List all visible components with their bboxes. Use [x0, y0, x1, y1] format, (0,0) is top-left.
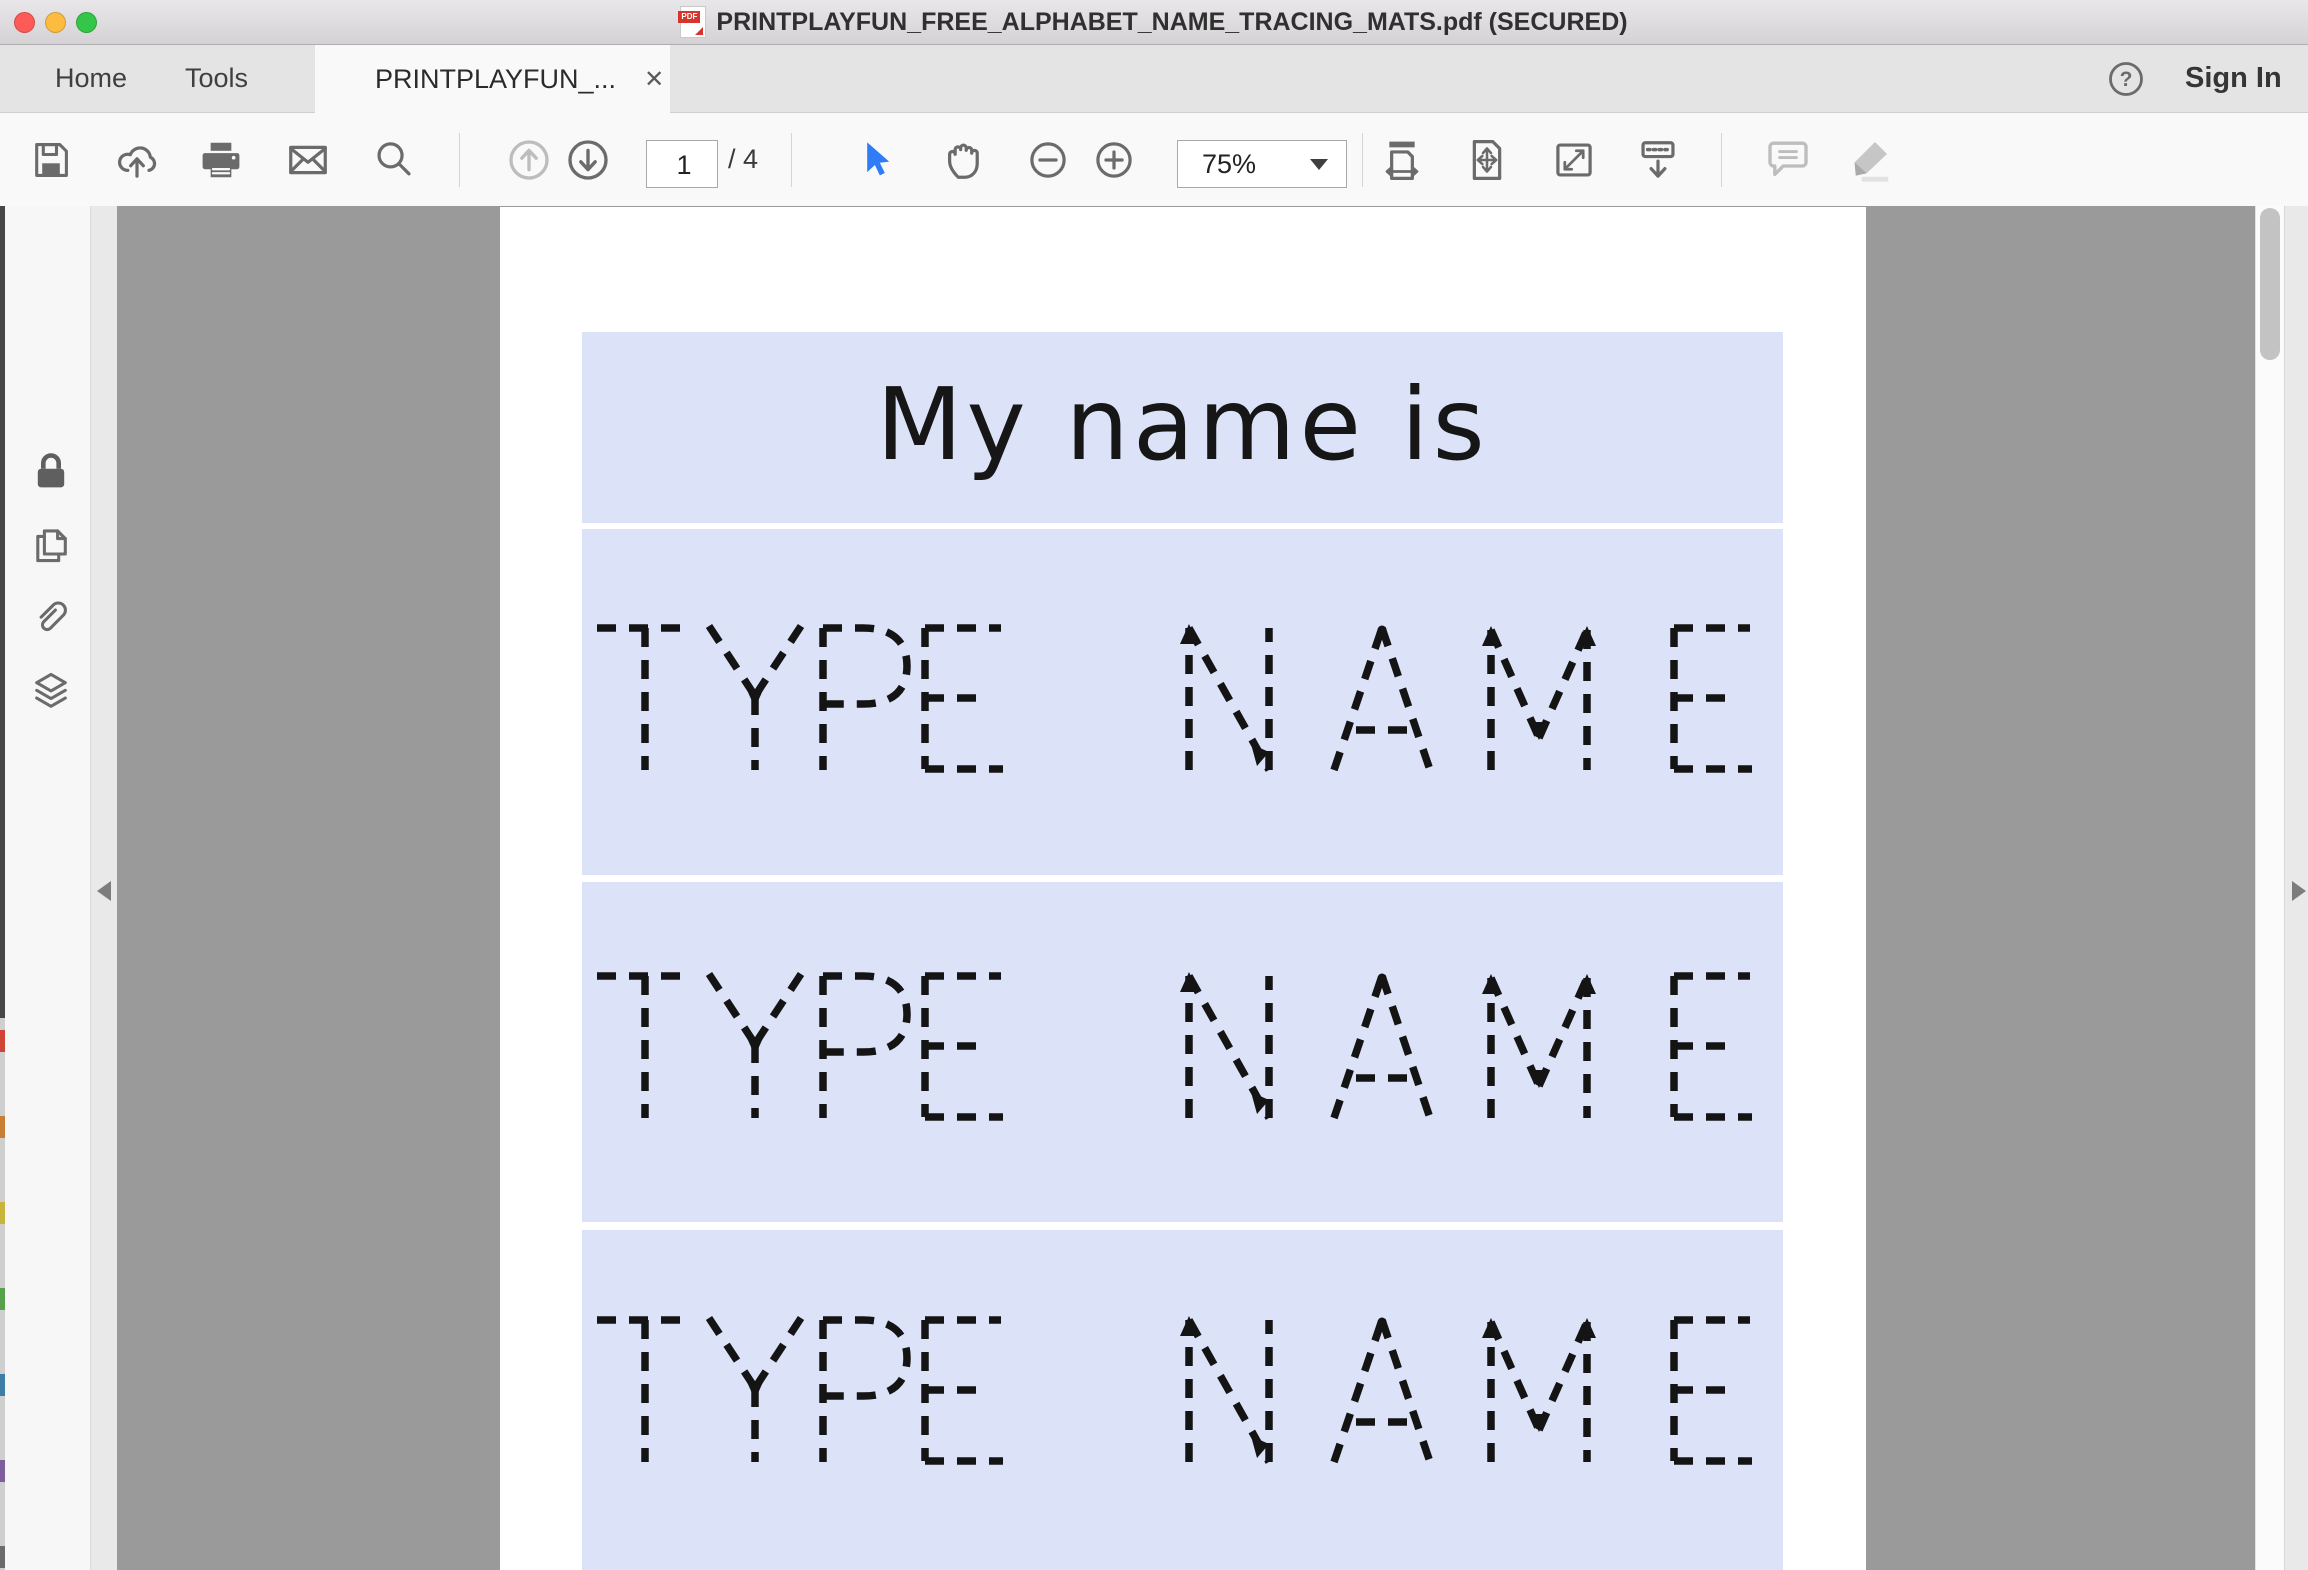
previous-page-button[interactable]: [500, 131, 558, 189]
zoom-level-value: 75%: [1202, 149, 1310, 180]
page-thumbnails-icon: [29, 521, 73, 565]
pdf-page: My name is: [500, 207, 1866, 1570]
zoom-in-button[interactable]: [1085, 131, 1143, 189]
print-button[interactable]: [192, 131, 250, 189]
worksheet-name-header-box: My name is: [582, 332, 1783, 523]
page-thumbnails-button[interactable]: [27, 519, 75, 567]
trace-line-box: [582, 1230, 1783, 1570]
trace-line-box: [582, 529, 1783, 875]
page-number-box: [646, 140, 718, 188]
zoom-out-icon: [1025, 137, 1071, 183]
fit-width-button[interactable]: [1373, 131, 1431, 189]
window-title-group: PDF PRINTPLAYFUN_FREE_ALPHABET_NAME_TRAC…: [680, 6, 1627, 38]
scrollbar-thumb[interactable]: [2260, 208, 2280, 360]
comment-icon: [1764, 136, 1812, 184]
fit-page-button[interactable]: [1458, 131, 1516, 189]
layers-icon: [29, 670, 73, 714]
pdf-file-icon: PDF: [680, 6, 706, 38]
fullscreen-button[interactable]: [1545, 131, 1603, 189]
minimize-window-button[interactable]: [45, 12, 66, 33]
attachments-button[interactable]: [27, 591, 75, 639]
fit-page-icon: [1464, 137, 1510, 183]
trace-text-row: [595, 620, 1752, 783]
tab-bar: Home Tools PRINTPLAYFUN_... ✕ ? Sign In: [0, 45, 2308, 113]
close-window-button[interactable]: [14, 12, 35, 33]
security-lock-icon: [29, 450, 73, 494]
tab-tools[interactable]: Tools: [185, 45, 248, 112]
tab-home[interactable]: Home: [55, 45, 127, 112]
main-toolbar: / 4 75%: [0, 113, 2308, 208]
share-cloud-button[interactable]: [108, 131, 166, 189]
hand-tool-button[interactable]: [935, 131, 993, 189]
save-button[interactable]: [22, 131, 80, 189]
cloud-upload-icon: [114, 137, 160, 183]
expand-pane-right-icon[interactable]: [2292, 881, 2306, 901]
presentation-mode-button[interactable]: [1629, 131, 1687, 189]
page-number-input[interactable]: [647, 141, 721, 189]
collapse-pane-left-icon[interactable]: [97, 881, 111, 901]
acrobat-window: PDF PRINTPLAYFUN_FREE_ALPHABET_NAME_TRAC…: [0, 0, 2308, 1570]
layers-button[interactable]: [27, 668, 75, 716]
svg-text:?: ?: [2120, 68, 2133, 91]
fit-width-icon: [1379, 137, 1425, 183]
tab-document[interactable]: PRINTPLAYFUN_... ✕: [315, 45, 670, 113]
sign-in-button[interactable]: Sign In: [2185, 45, 2282, 112]
presentation-icon: [1635, 137, 1681, 183]
page-total-label: / 4: [728, 113, 758, 206]
zoom-window-button[interactable]: [76, 12, 97, 33]
close-tab-icon[interactable]: ✕: [644, 65, 664, 94]
chevron-down-icon: [1310, 159, 1328, 170]
search-button[interactable]: [365, 131, 423, 189]
window-title: PRINTPLAYFUN_FREE_ALPHABET_NAME_TRACING_…: [716, 8, 1627, 37]
zoom-out-button[interactable]: [1019, 131, 1077, 189]
zoom-in-icon: [1091, 137, 1137, 183]
traffic-lights: [14, 0, 97, 44]
print-icon: [198, 137, 244, 183]
hand-tool-icon: [941, 137, 987, 183]
comment-button[interactable]: [1759, 131, 1817, 189]
highlight-button[interactable]: [1840, 131, 1898, 189]
vertical-scrollbar[interactable]: [2255, 206, 2285, 1570]
select-tool-button[interactable]: [847, 131, 905, 189]
next-page-icon: [564, 136, 612, 184]
next-page-button[interactable]: [559, 131, 617, 189]
email-icon: [285, 137, 331, 183]
title-bar: PDF PRINTPLAYFUN_FREE_ALPHABET_NAME_TRAC…: [0, 0, 2308, 45]
trace-text-row: [595, 968, 1752, 1131]
trace-text-row: [595, 1312, 1752, 1475]
save-icon: [29, 138, 73, 182]
worksheet-header-text: My name is: [876, 366, 1489, 483]
tab-document-label: PRINTPLAYFUN_...: [375, 64, 616, 95]
help-icon: ?: [2106, 59, 2146, 99]
previous-page-icon: [505, 136, 553, 184]
highlight-icon: [1845, 136, 1893, 184]
zoom-level-dropdown[interactable]: 75%: [1177, 140, 1347, 188]
fullscreen-icon: [1551, 137, 1597, 183]
search-icon: [371, 137, 417, 183]
navigation-pane: [5, 206, 91, 1570]
trace-line-box: [582, 882, 1783, 1222]
email-button[interactable]: [279, 131, 337, 189]
attachments-icon: [29, 593, 73, 637]
help-button[interactable]: ?: [2106, 45, 2146, 112]
security-settings-button[interactable]: [27, 448, 75, 496]
select-tool-icon: [854, 138, 898, 182]
